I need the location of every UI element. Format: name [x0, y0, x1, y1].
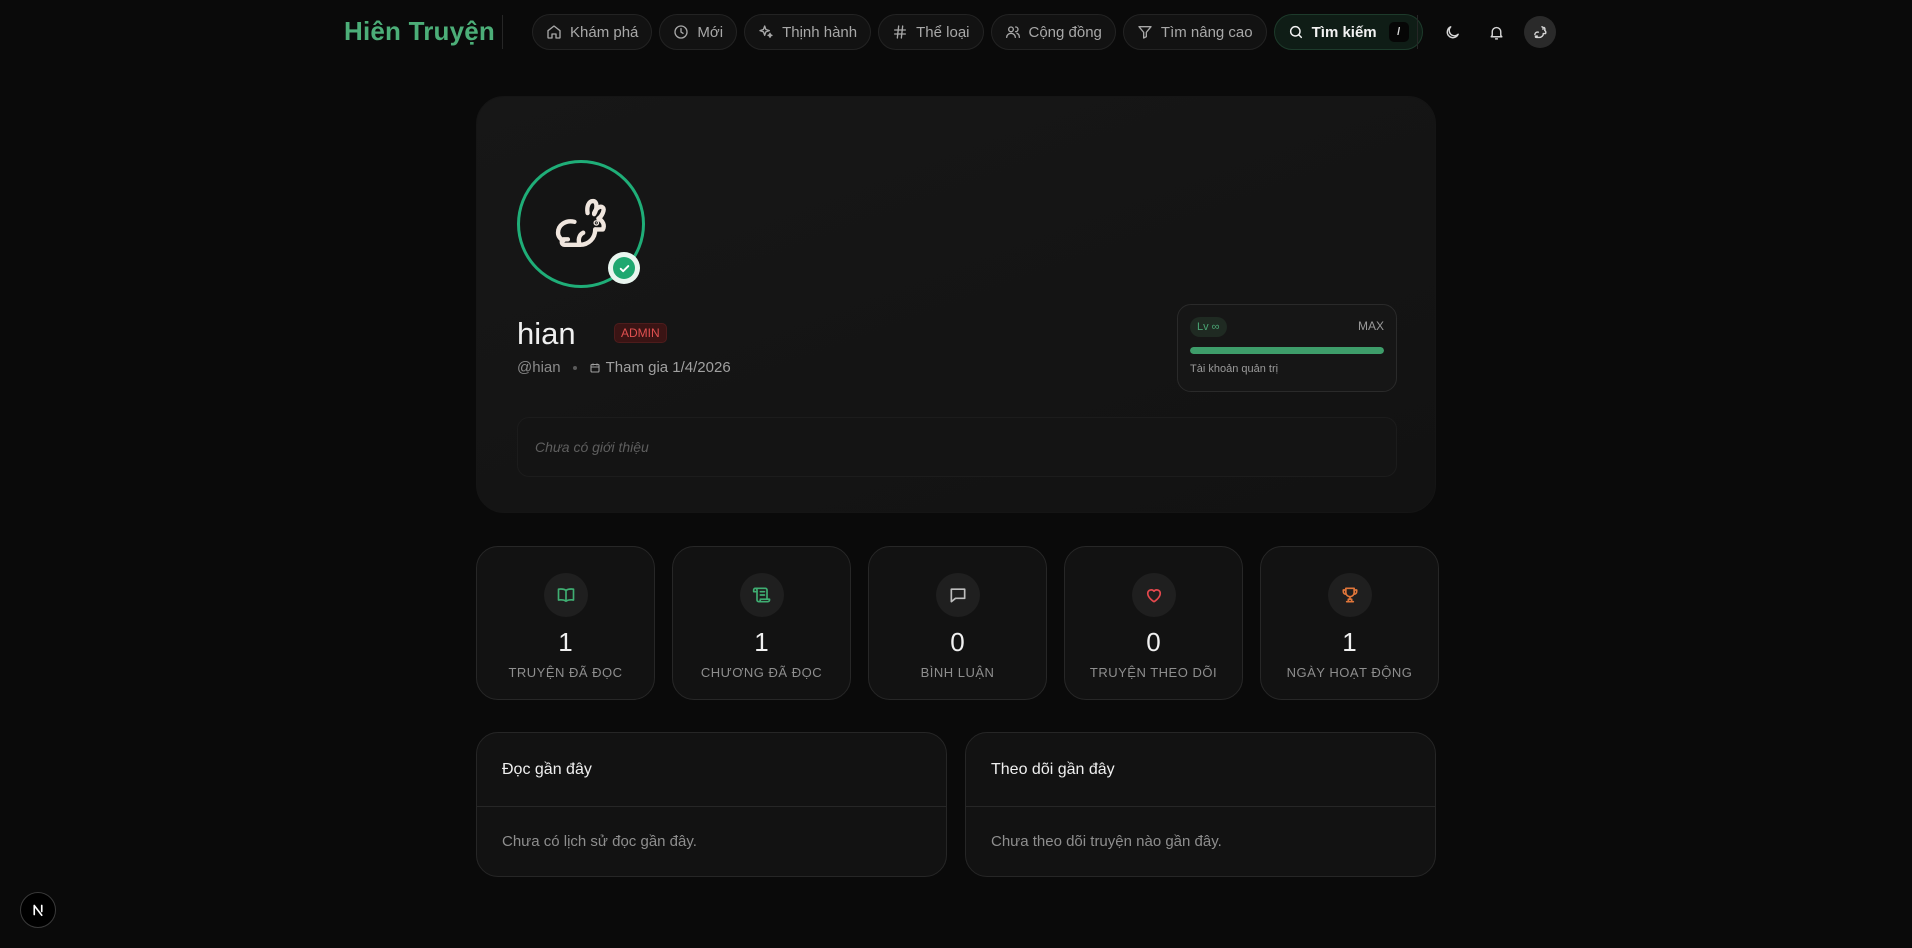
search-button[interactable]: Tìm kiếm / — [1273, 14, 1423, 50]
nextjs-dev-indicator[interactable] — [20, 892, 56, 928]
user-menu-button[interactable] — [1524, 16, 1556, 48]
users-icon — [1005, 24, 1021, 40]
profile-card: hian ADMIN @hian Tham gia 1/4/2026 Lv ∞ … — [476, 96, 1436, 513]
stat-card-active-days: 1 NGÀY HOẠT ĐỘNG — [1260, 546, 1439, 700]
recent-reading-title: Đọc gần đây — [477, 733, 946, 807]
nav-new-label: Mới — [697, 23, 724, 41]
home-icon — [546, 24, 562, 40]
search-shortcut-key: / — [1388, 22, 1409, 42]
stat-card-chapters-read: 1 CHƯƠNG ĐÃ ĐỌC — [672, 546, 851, 700]
stat-card-stories-read: 1 TRUYỆN ĐÃ ĐỌC — [476, 546, 655, 700]
hash-icon — [892, 24, 908, 40]
level-progress-fill — [1190, 347, 1384, 354]
profile-display-name: hian — [517, 316, 576, 351]
message-icon — [935, 573, 980, 617]
moon-icon — [1444, 24, 1461, 41]
role-badge: ADMIN — [614, 323, 667, 343]
header-divider — [502, 15, 503, 49]
recent-reading-panel: Đọc gần đây Chưa có lịch sử đọc gần đây. — [476, 732, 947, 877]
nav-genres-label: Thể loại — [916, 23, 970, 41]
nav-explore-label: Khám phá — [570, 23, 639, 41]
nav-community[interactable]: Cộng đồng — [990, 14, 1116, 50]
nav-explore[interactable]: Khám phá — [532, 14, 653, 50]
stat-value: 1 — [754, 627, 769, 657]
theme-toggle-button[interactable] — [1436, 16, 1468, 48]
check-circle-icon — [613, 257, 635, 279]
stat-card-comments: 0 BÌNH LUẬN — [868, 546, 1047, 700]
header-divider-right — [1417, 15, 1418, 49]
stat-label: CHƯƠNG ĐÃ ĐỌC — [700, 665, 823, 680]
recent-following-panel: Theo dõi gần đây Chưa theo dõi truyện nà… — [965, 732, 1436, 877]
profile-meta: @hian Tham gia 1/4/2026 — [517, 359, 731, 376]
stat-label: TRUYỆN ĐÃ ĐỌC — [508, 665, 623, 680]
trophy-icon — [1327, 573, 1372, 617]
avatar-rabbit-icon — [1532, 24, 1549, 41]
stats-row: 1 TRUYỆN ĐÃ ĐỌC 1 CHƯƠNG ĐÃ ĐỌC 0 BÌNH L… — [476, 546, 1439, 700]
scroll-icon — [739, 573, 784, 617]
main-nav: Khám phá Mới Thịnh hành Thể loại Cộng đồ… — [532, 14, 1423, 50]
bell-icon — [1488, 24, 1505, 41]
stat-value: 1 — [558, 627, 573, 657]
nav-trending[interactable]: Thịnh hành — [744, 14, 872, 50]
level-card: Lv ∞ MAX Tài khoản quản trị — [1177, 304, 1397, 392]
stat-value: 1 — [1342, 627, 1357, 657]
level-description: Tài khoản quản trị — [1190, 363, 1279, 375]
recent-following-title: Theo dõi gần đây — [966, 733, 1435, 807]
n-logo-icon — [29, 901, 47, 919]
verified-badge — [608, 252, 640, 284]
sparkles-icon — [758, 24, 774, 40]
search-button-label: Tìm kiếm — [1311, 23, 1377, 41]
nav-advanced-search[interactable]: Tìm nâng cao — [1122, 14, 1267, 50]
heart-icon — [1131, 573, 1176, 617]
meta-separator — [572, 365, 577, 370]
clock-icon — [673, 24, 689, 40]
level-badge: Lv ∞ — [1190, 317, 1227, 337]
nav-new[interactable]: Mới — [659, 14, 738, 50]
filter-icon — [1137, 24, 1153, 40]
book-open-icon — [543, 573, 588, 617]
stat-label: NGÀY HOẠT ĐỘNG — [1286, 665, 1413, 680]
level-max-text: MAX — [1357, 319, 1384, 333]
stat-label: TRUYỆN THEO DÕI — [1089, 665, 1218, 680]
site-logo[interactable]: Hiên Truyện — [344, 16, 495, 47]
rabbit-avatar-icon — [546, 189, 616, 259]
profile-handle: @hian — [517, 359, 561, 376]
join-date-text: Tham gia 1/4/2026 — [605, 359, 731, 376]
recent-following-empty: Chưa theo dõi truyện nào gần đây. — [991, 833, 1222, 850]
bio-box: Chưa có giới thiệu — [517, 417, 1397, 477]
nav-trending-label: Thịnh hành — [782, 23, 858, 41]
join-date: Tham gia 1/4/2026 — [589, 359, 731, 376]
search-icon — [1288, 24, 1304, 40]
nav-genres[interactable]: Thể loại — [878, 14, 984, 50]
stat-label: BÌNH LUẬN — [920, 665, 995, 680]
nav-advanced-search-label: Tìm nâng cao — [1160, 23, 1253, 41]
nav-community-label: Cộng đồng — [1028, 23, 1102, 41]
recent-reading-empty: Chưa có lịch sử đọc gần đây. — [502, 833, 697, 850]
stat-card-following: 0 TRUYỆN THEO DÕI — [1064, 546, 1243, 700]
calendar-icon — [589, 362, 601, 374]
stat-value: 0 — [950, 627, 965, 657]
stat-value: 0 — [1146, 627, 1161, 657]
notifications-button[interactable] — [1480, 16, 1512, 48]
level-progress-bar — [1190, 347, 1384, 354]
bio-placeholder: Chưa có giới thiệu — [535, 439, 649, 455]
top-header: Hiên Truyện Khám phá Mới Thịnh hành Thể … — [0, 0, 1912, 64]
